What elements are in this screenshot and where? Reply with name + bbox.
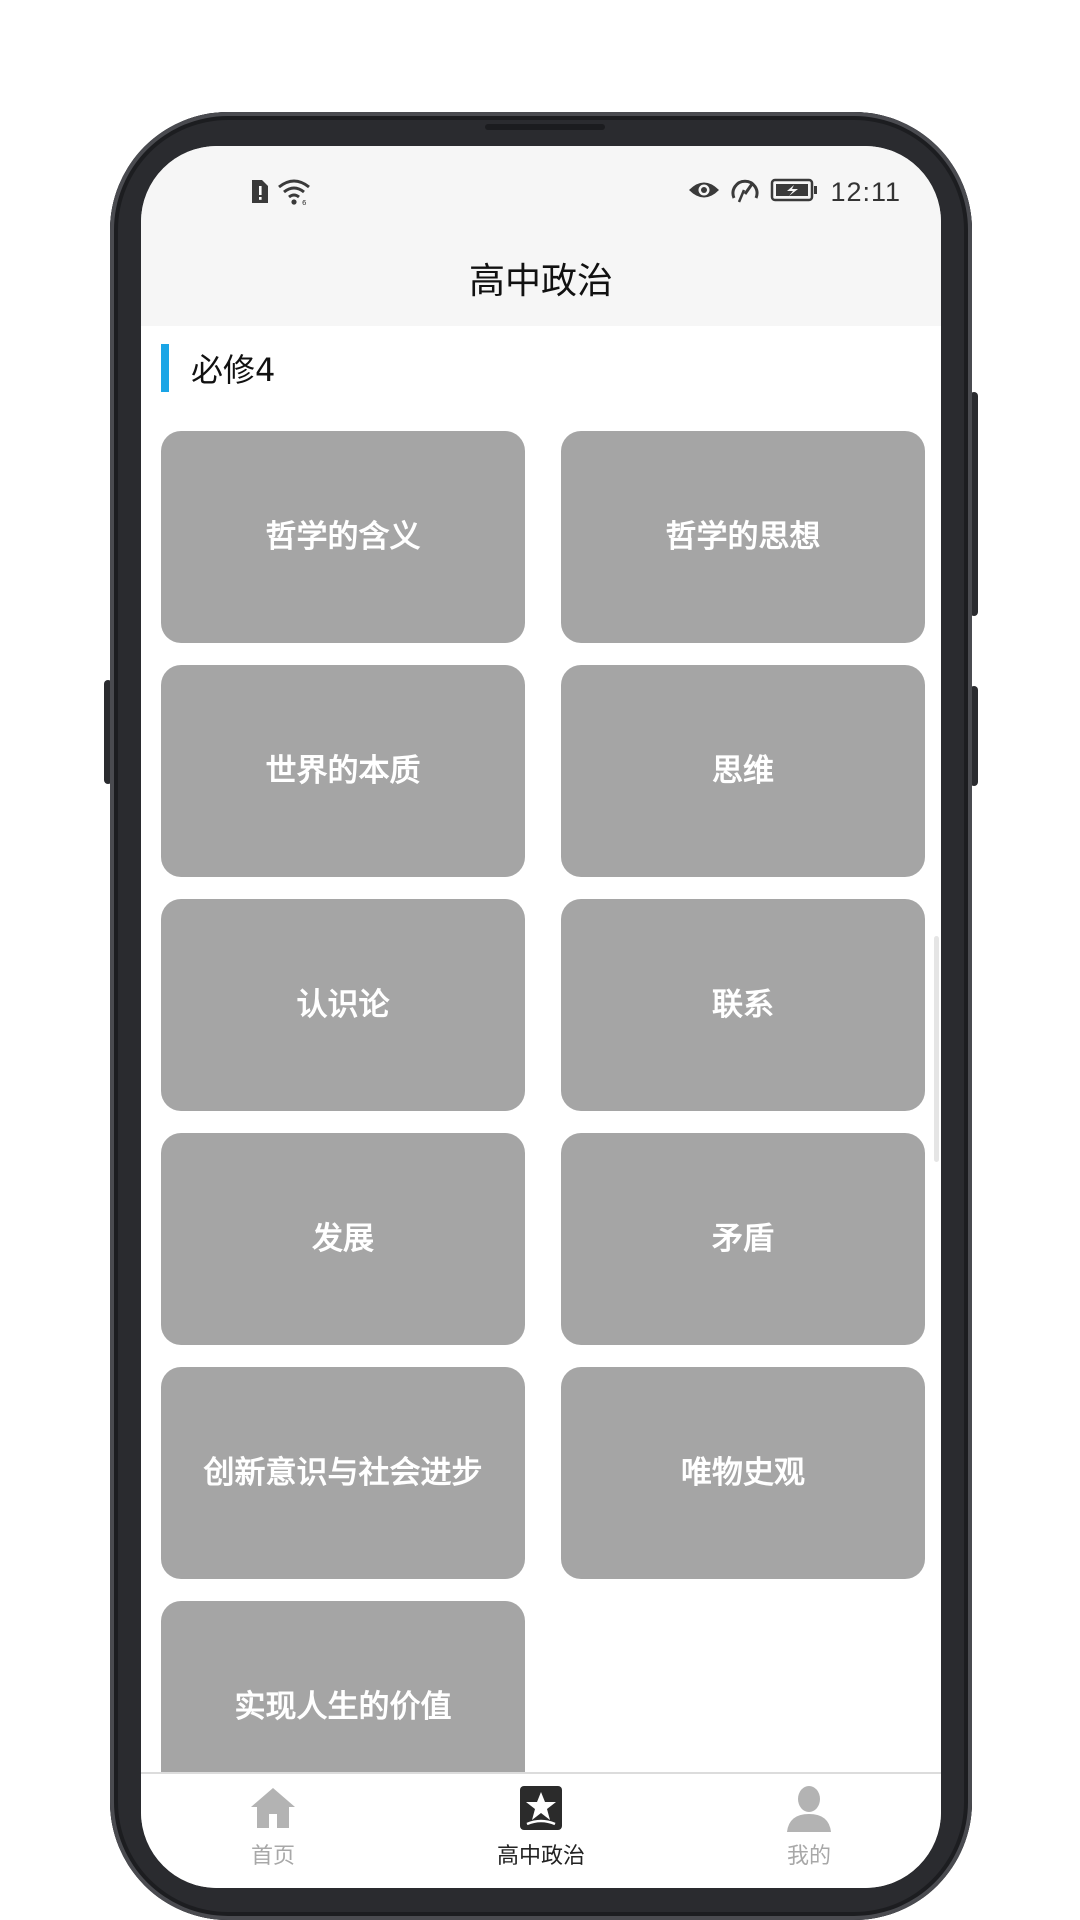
topic-card-thinking[interactable]: 思维	[561, 665, 925, 877]
topic-card-philosophy-thought[interactable]: 哲学的思想	[561, 431, 925, 643]
topic-card-label: 矛盾	[712, 1221, 774, 1257]
topic-card-historical-materialism[interactable]: 唯物史观	[561, 1367, 925, 1579]
eye-icon	[688, 179, 720, 205]
topic-card-label: 认识论	[296, 987, 390, 1023]
topic-card-philosophy-meaning[interactable]: 哲学的含义	[161, 431, 525, 643]
topic-card-label: 实现人生的价值	[234, 1689, 452, 1725]
bottom-navigation: 首页 高中政治 我的	[141, 1772, 941, 1888]
nav-label-home: 首页	[250, 1844, 295, 1869]
topic-card-innovation-progress[interactable]: 创新意识与社会进步	[161, 1367, 525, 1579]
nav-label-politics: 高中政治	[496, 1844, 585, 1869]
person-icon	[783, 1782, 835, 1834]
top-app-bar: 6 12:11 高中政治	[141, 146, 941, 326]
topic-card-connection[interactable]: 联系	[561, 899, 925, 1111]
star-book-icon	[515, 1782, 567, 1834]
topic-card-label: 世界的本质	[265, 753, 421, 789]
scrollbar-thumb[interactable]	[934, 936, 939, 1162]
app-screen: 6 12:11 高中政治 必修4 哲学的含义 哲学的思想 世界的本质 思维 认识…	[141, 146, 941, 1888]
topic-card-label: 创新意识与社会进步	[203, 1455, 483, 1491]
speed-icon	[730, 176, 760, 208]
status-bar: 6 12:11	[141, 174, 941, 214]
home-icon	[247, 1782, 299, 1834]
nav-item-politics[interactable]: 高中政治	[441, 1782, 641, 1882]
section-title: 必修4	[191, 351, 276, 389]
topic-card-label: 唯物史观	[681, 1455, 805, 1491]
status-right-icons: 12:11	[688, 176, 901, 208]
section-accent-bar	[161, 344, 169, 392]
earpiece	[485, 124, 605, 130]
topic-card-label: 哲学的思想	[665, 519, 821, 555]
sim-alert-icon	[249, 179, 269, 209]
topic-card-label: 发展	[312, 1221, 374, 1257]
topic-card-development[interactable]: 发展	[161, 1133, 525, 1345]
page-title: 高中政治	[468, 261, 613, 302]
svg-text:6: 6	[302, 199, 307, 206]
topic-card-epistemology[interactable]: 认识论	[161, 899, 525, 1111]
nav-item-mine[interactable]: 我的	[709, 1782, 909, 1882]
topic-card-label: 哲学的含义	[265, 519, 421, 555]
wifi-icon: 6	[277, 178, 311, 210]
topic-card-label: 思维	[712, 753, 774, 789]
topic-card-contradiction[interactable]: 矛盾	[561, 1133, 925, 1345]
status-left-icons: 6	[249, 178, 311, 210]
topic-card-world-essence[interactable]: 世界的本质	[161, 665, 525, 877]
nav-item-home[interactable]: 首页	[173, 1782, 373, 1882]
clock-time: 12:11	[830, 176, 901, 207]
battery-icon	[770, 177, 820, 207]
nav-label-mine: 我的	[786, 1844, 831, 1869]
section-header: 必修4	[161, 344, 275, 392]
topic-card-label: 联系	[712, 987, 774, 1023]
device-frame-stage: 6 12:11 高中政治 必修4 哲学的含义 哲学的思想 世界的本质 思维 认识…	[0, 0, 1080, 1920]
